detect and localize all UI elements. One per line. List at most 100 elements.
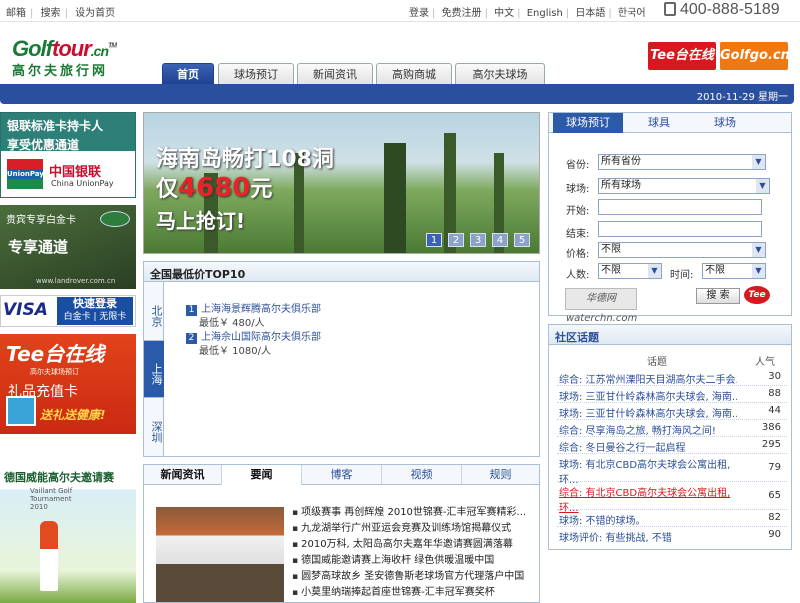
topic-popularity: 44	[768, 405, 781, 416]
chevron-down-icon: ▼	[648, 264, 661, 278]
topic-link[interactable]: 球场: 三亚甘什岭森林高尔夫球会, 海南...	[559, 388, 737, 403]
golfgo-badge[interactable]: Golfgo.cn	[720, 42, 790, 70]
lang-english-link[interactable]: English	[527, 8, 563, 19]
nav-tab-news[interactable]: 新闻资讯	[297, 63, 373, 85]
topic-column-header: 话题	[647, 357, 667, 368]
topic-popularity: 295	[761, 439, 781, 450]
lang-japanese-link[interactable]: 日本語	[575, 8, 605, 19]
topic-row[interactable]: 球场: 有北京CBD高尔夫球会公寓出租, 环... 79	[557, 454, 787, 486]
people-select[interactable]: 不限 ▼	[598, 263, 662, 279]
tee-gift-card-banner[interactable]: Tee台在线 高尔夫球场预订 礼品充值卡 送礼送健康!	[0, 334, 136, 434]
search-tab-course[interactable]: 球场	[695, 113, 755, 133]
visa-logo: VISA	[3, 300, 48, 320]
nav-tab-course-booking[interactable]: 球场预订	[218, 63, 294, 85]
tee-logo-icon[interactable]: Tee	[744, 286, 770, 304]
news-tab-rules[interactable]: 规则	[462, 465, 539, 485]
set-homepage-link[interactable]: 设为首页	[75, 8, 115, 19]
landrover-url: www.landrover.com.cn	[36, 277, 116, 285]
landrover-banner[interactable]: 贵宾专享白金卡 专享通道 www.landrover.com.cn	[0, 205, 136, 289]
search-tab-equipment[interactable]: 球具	[629, 113, 689, 133]
nav-tab-mall[interactable]: 高购商城	[376, 63, 452, 85]
nav-bar	[0, 84, 794, 104]
popularity-column-header: 人气	[755, 357, 775, 368]
lang-chinese-link[interactable]: 中文	[494, 8, 514, 19]
topic-link[interactable]: 球场: 不错的球场。	[559, 512, 737, 527]
course-select[interactable]: 所有球场 ▼	[598, 178, 770, 194]
news-photo[interactable]	[156, 507, 284, 602]
search-tab-booking[interactable]: 球场预订	[553, 113, 623, 133]
visa-line1: 快速登录	[73, 297, 117, 310]
visa-banner[interactable]: VISA 快速登录 白金卡 | 无限卡	[0, 295, 136, 327]
current-date: 2010-11-29 星期一	[696, 92, 788, 103]
topic-link[interactable]: 球场评价: 有些挑战, 不错	[559, 529, 737, 544]
lang-korean-link[interactable]: 한국어	[618, 8, 646, 19]
chevron-down-icon: ▼	[752, 155, 765, 169]
topic-row[interactable]: 综合: 尽享海岛之旅, 畅打海风之间! 386	[557, 420, 787, 437]
search-button[interactable]: 搜 索	[696, 288, 740, 304]
topic-link[interactable]: 球场: 三亚甘什岭森林高尔夫球会, 海南...	[559, 405, 737, 420]
news-panel: 新闻资讯 要闻 博客 视频 规则 项级赛事 再创辉煌 2010世锦赛-汇丰冠军赛…	[143, 464, 540, 603]
news-item[interactable]: 项级赛事 再创辉煌 2010世锦赛-汇丰冠军赛精彩...	[292, 503, 526, 519]
site-logo[interactable]: Golftour.cnTM 高尔夫旅行网	[12, 36, 137, 80]
news-tab-video[interactable]: 视频	[382, 465, 462, 485]
news-item[interactable]: 小莫里纳瑞捧起首座世锦赛-汇丰冠军赛奖杯	[292, 583, 526, 599]
news-tabs: 新闻资讯 要闻 博客 视频 规则	[144, 465, 539, 485]
tee-brand: Tee台在线	[6, 342, 105, 366]
topic-row[interactable]: 球场: 不错的球场。 82	[557, 510, 787, 527]
region-tab-beijing[interactable]: 北京	[144, 282, 164, 340]
vaillant-tournament-banner[interactable]: 德国威能高尔夫邀请赛 Vaillant Golf Tournament 2010	[0, 441, 136, 603]
region-tab-shanghai[interactable]: 上海	[144, 340, 164, 398]
landrover-logo-icon	[100, 211, 130, 227]
landrover-line2: 专享通道	[8, 238, 69, 256]
news-item[interactable]: 2010万科, 太阳岛高尔夫嘉年华邀请赛圆满落幕	[292, 535, 526, 551]
time-select[interactable]: 不限 ▼	[702, 263, 766, 279]
topic-link[interactable]: 综合: 尽享海岛之旅, 畅打海风之间!	[559, 422, 737, 437]
topic-row[interactable]: 球场评价: 有些挑战, 不错 90	[557, 527, 787, 544]
login-link[interactable]: 登录	[409, 8, 429, 19]
news-item[interactable]: 德国威能邀请赛上海收杆 绿色供暖温暖中国	[292, 551, 526, 567]
course-price: 最低￥ 480/人	[199, 318, 265, 329]
news-item[interactable]: 圆梦高球故乡 圣安德鲁斯老球场官方代理落户中国	[292, 567, 526, 583]
rank-number: 2	[186, 333, 197, 344]
topic-link[interactable]: 综合: 江苏常州溧阳天目湖高尔夫二手会...	[559, 371, 737, 386]
top10-item[interactable]: 2 上海佘山国际高尔夫俱乐部 最低￥ 1080/人	[186, 328, 321, 357]
visa-quick-login[interactable]: 快速登录 白金卡 | 无限卡	[57, 297, 133, 325]
topic-row[interactable]: 综合: 江苏常州溧阳天目湖高尔夫二手会... 30	[557, 369, 787, 386]
topic-popularity: 79	[768, 462, 781, 473]
tee-online-badge[interactable]: Tee台在线	[648, 42, 716, 70]
region-tab-shenzhen[interactable]: 深圳	[144, 398, 164, 456]
register-link[interactable]: 免费注册	[442, 8, 482, 19]
people-label: 人数:	[566, 270, 590, 281]
unionpay-banner[interactable]: 银联标准卡持卡人 享受优惠通道 UnionPay 银联 中国银联 China U…	[0, 112, 136, 208]
mail-link[interactable]: 邮箱	[6, 8, 26, 19]
region-tabs: 北京 上海 深圳	[144, 282, 164, 456]
rank-number: 1	[186, 305, 197, 316]
news-tab-blog[interactable]: 博客	[302, 465, 382, 485]
hero-dot-2[interactable]: 2	[448, 233, 464, 247]
price-select[interactable]: 不限 ▼	[598, 242, 766, 258]
end-date-input[interactable]	[598, 221, 762, 237]
topic-link[interactable]: 综合: 冬日曼谷之行一起启程	[559, 439, 737, 454]
nav-tab-golf-courses[interactable]: 高尔夫球场	[455, 63, 545, 85]
news-item[interactable]: 九龙湖举行广州亚运会竞赛及训练场馆揭幕仪式	[292, 519, 526, 535]
topic-row[interactable]: 球场: 三亚甘什岭森林高尔夫球会, 海南... 88	[557, 386, 787, 403]
news-tab-headlines[interactable]: 要闻	[222, 465, 302, 485]
end-label: 结束:	[566, 229, 590, 240]
hero-dot-4[interactable]: 4	[492, 233, 508, 247]
topic-row[interactable]: 球场: 三亚甘什岭森林高尔夫球会, 海南... 44	[557, 403, 787, 420]
chevron-down-icon: ▼	[752, 264, 765, 278]
nav-tab-home[interactable]: 首页	[162, 63, 214, 85]
topic-row[interactable]: 综合: 有北京CBD高尔夫球会公寓出租, 环... 65	[557, 482, 787, 514]
partner-logo[interactable]: 华德网 waterchn.com	[565, 288, 637, 324]
hero-dot-5[interactable]: 5	[514, 233, 530, 247]
start-date-input[interactable]	[598, 199, 762, 215]
topic-row[interactable]: 综合: 冬日曼谷之行一起启程 295	[557, 437, 787, 454]
hero-dot-1[interactable]: 1	[426, 233, 442, 247]
top10-item[interactable]: 1 上海海景辉腾高尔夫俱乐部 最低￥ 480/人	[186, 300, 321, 329]
hero-banner[interactable]: 海南岛畅打108洞 仅4680元 马上抢订! 1 2 3 4 5	[143, 112, 540, 254]
search-link[interactable]: 搜索	[41, 8, 61, 19]
hero-dot-3[interactable]: 3	[470, 233, 486, 247]
hero-suffix: 元	[250, 177, 273, 202]
province-select[interactable]: 所有省份 ▼	[598, 154, 766, 170]
course-label: 球场:	[566, 184, 590, 195]
